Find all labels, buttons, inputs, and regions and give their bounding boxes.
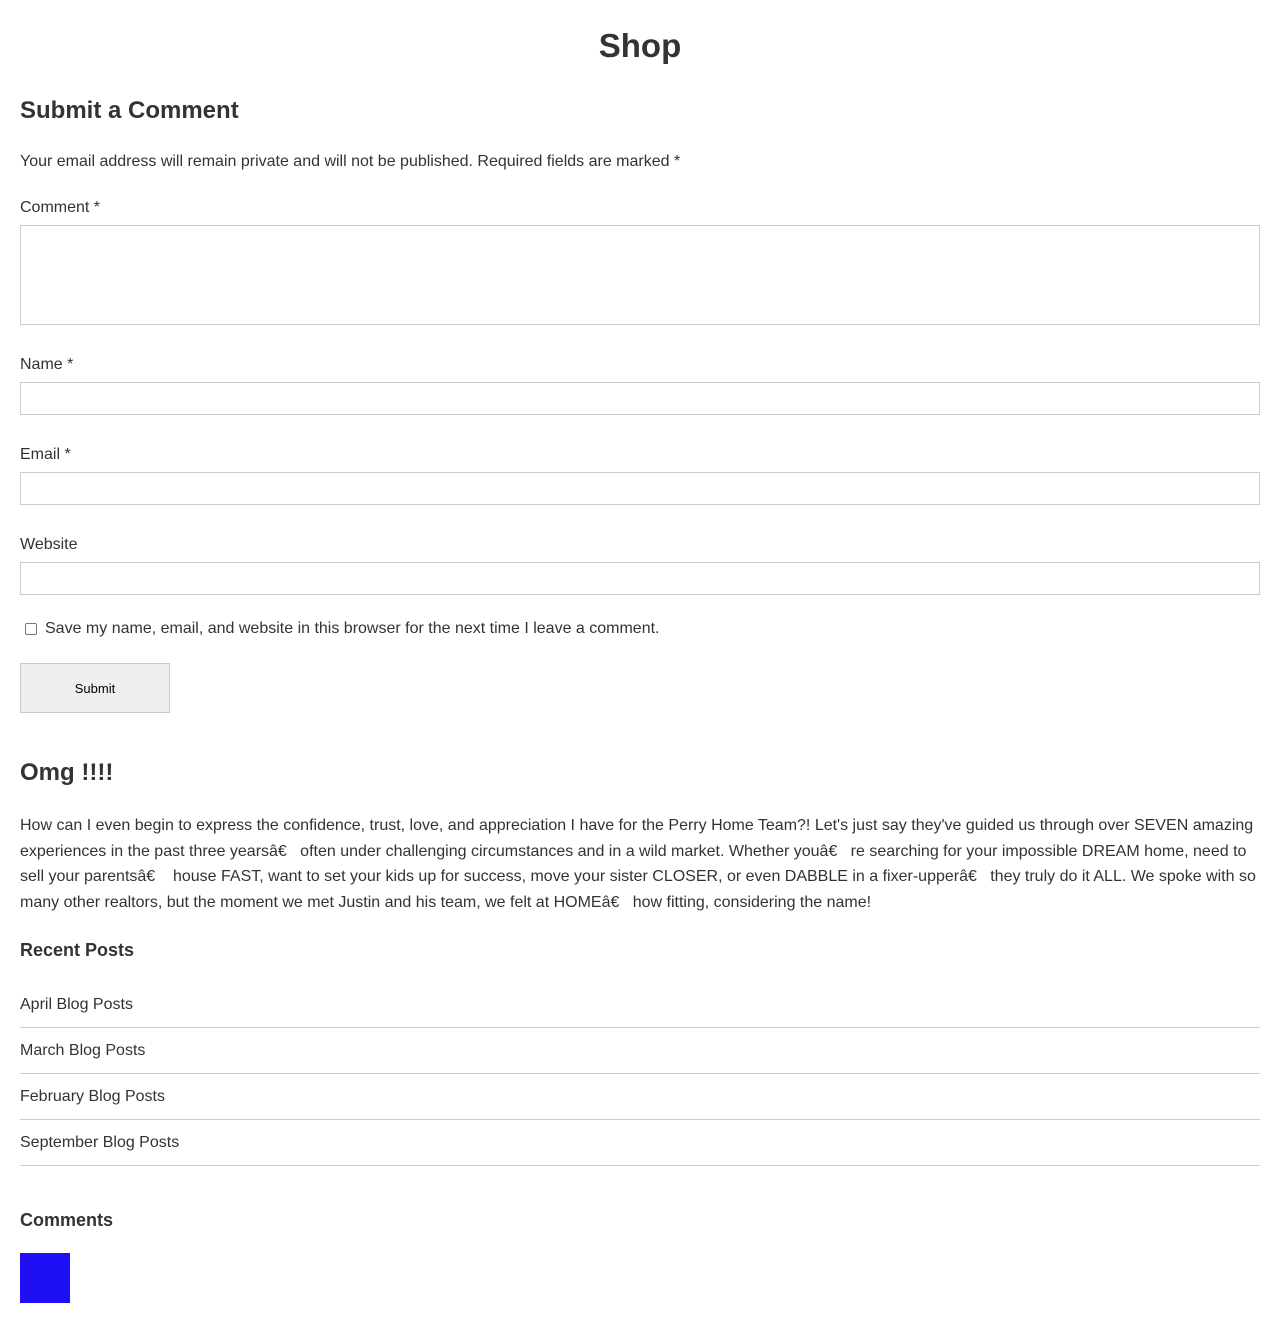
recent-posts-widget: Recent Posts April Blog Posts March Blog…: [20, 939, 1260, 1166]
comments-title: Comments: [20, 1209, 114, 1230]
recent-post-item[interactable]: September Blog Posts: [20, 1120, 1260, 1166]
post-entry: Omg !!!! How can I even begin to express…: [20, 758, 1260, 916]
name-input[interactable]: [20, 382, 1260, 415]
recent-posts-list: April Blog Posts March Blog Posts Februa…: [20, 982, 1260, 1166]
email-label: Email *: [20, 446, 71, 463]
comment-textarea[interactable]: [20, 225, 1260, 325]
comments-widget: Comments: [20, 1209, 1260, 1303]
recent-post-item[interactable]: April Blog Posts: [20, 982, 1260, 1028]
website-input[interactable]: [20, 562, 1260, 595]
recent-post-link[interactable]: February Blog Posts: [20, 1088, 165, 1105]
recent-post-link[interactable]: September Blog Posts: [20, 1134, 179, 1151]
comment-form: Submit a Comment Your email address will…: [20, 96, 1260, 713]
page-title: Shop: [598, 27, 682, 64]
recent-post-item[interactable]: February Blog Posts: [20, 1074, 1260, 1120]
post-title: Omg !!!!: [20, 759, 114, 786]
page-container: Shop Submit a Comment Your email address…: [0, 0, 1280, 1303]
cookies-label: Save my name, email, and website in this…: [45, 620, 660, 637]
cookies-consent: Save my name, email, and website in this…: [20, 619, 1260, 639]
post-body: How can I even begin to express the conf…: [20, 817, 1256, 912]
recent-post-link[interactable]: March Blog Posts: [20, 1042, 145, 1059]
recent-post-item[interactable]: March Blog Posts: [20, 1028, 1260, 1074]
comment-notes: Your email address will remain private a…: [20, 153, 681, 170]
recent-post-link[interactable]: April Blog Posts: [20, 996, 133, 1013]
submit-button[interactable]: Submit: [20, 663, 170, 713]
avatar: [20, 1252, 70, 1303]
reply-title: Submit a Comment: [20, 97, 239, 124]
website-label: Website: [20, 536, 78, 553]
name-label: Name *: [20, 356, 74, 373]
recent-posts-title: Recent Posts: [20, 939, 135, 960]
comment-label: Comment *: [20, 199, 101, 216]
cookies-checkbox[interactable]: [25, 623, 37, 635]
email-input[interactable]: [20, 472, 1260, 505]
